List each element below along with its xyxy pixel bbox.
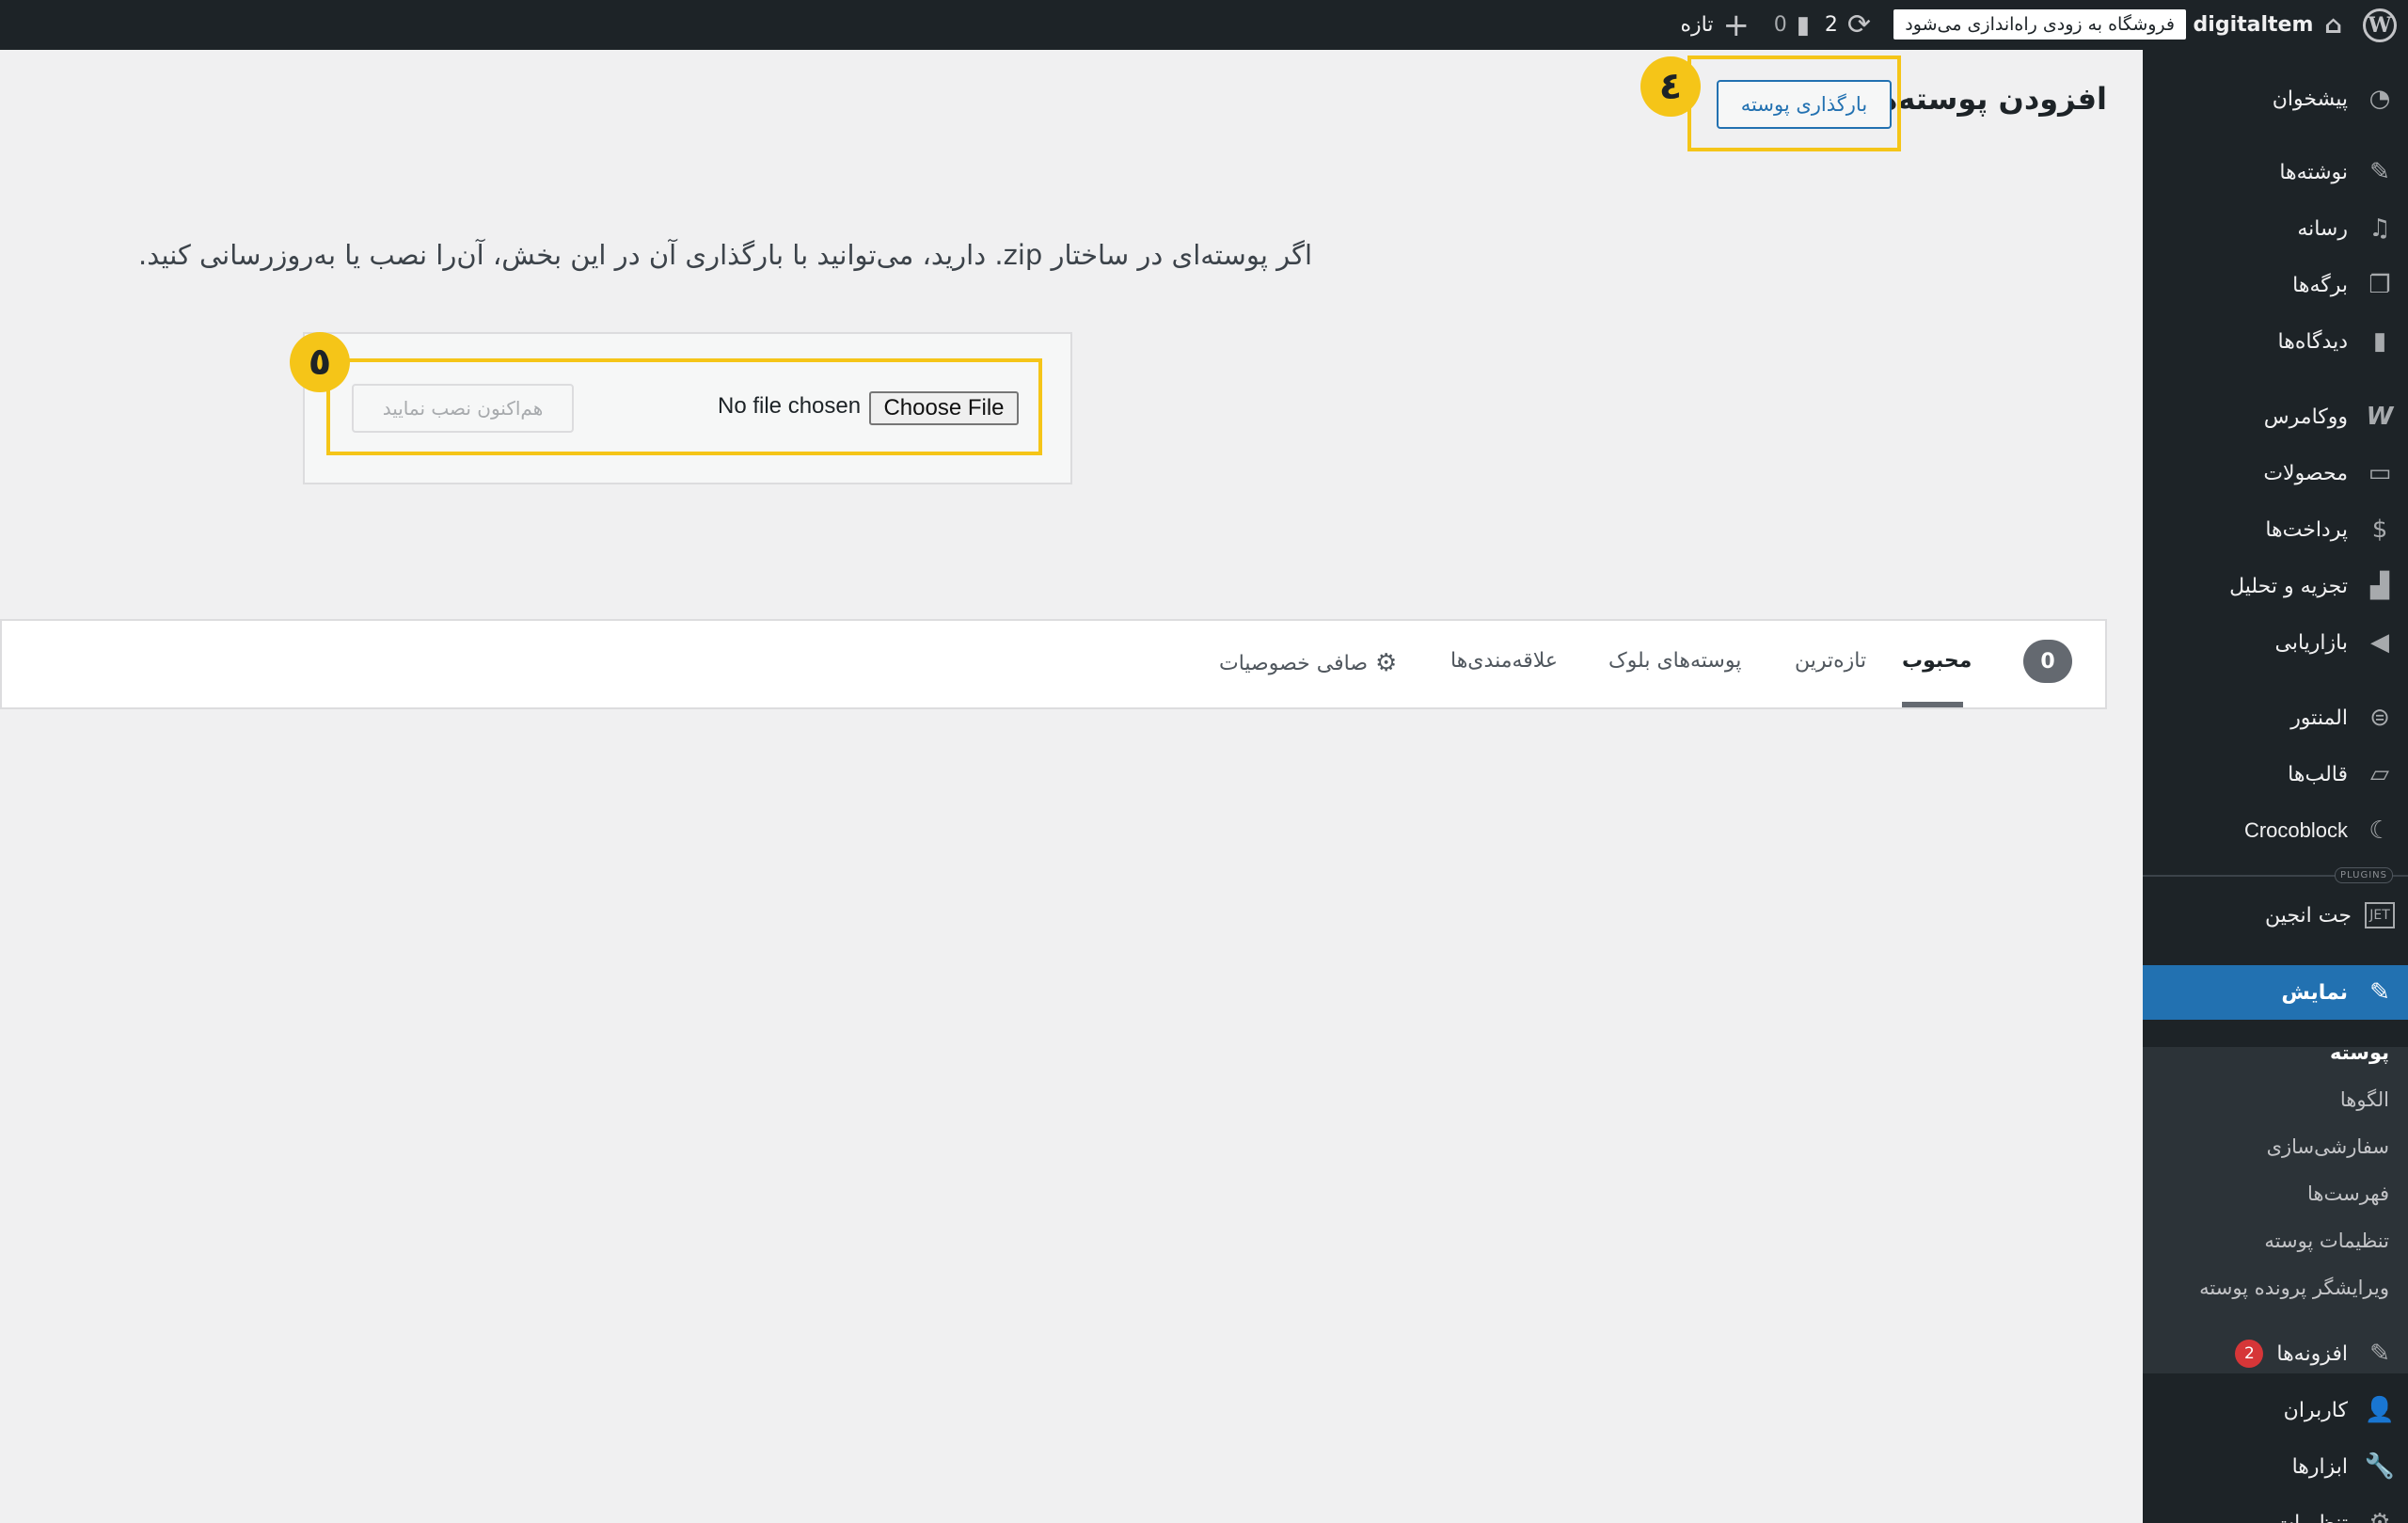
admin-bar: W digitaltem ⌂ فروشگاه به زودی راه‌انداز… [0,0,2408,50]
wordpress-logo-icon[interactable]: W [2357,0,2402,50]
submenu-item-patterns[interactable]: الگوها [2340,1088,2389,1111]
sidebar-item-templates[interactable]: قالب‌ها ▱ [2143,752,2408,797]
sidebar-item-label: نوشته‌ها [2279,160,2348,184]
payments-icon: $ [2371,516,2388,544]
sidebar-item-label: المنتور [2290,706,2348,730]
coming-soon-notice[interactable]: فروشگاه به زودی راه‌اندازی می‌شود [1893,9,2186,40]
templates-icon: ▱ [2370,760,2389,788]
updates-link[interactable]: 2 ⟳ [1825,0,1871,50]
dashboard-icon: ◔ [2368,85,2391,113]
tab-block-themes[interactable]: پوسته‌های بلوک [1608,649,1741,673]
sidebar-item-comments[interactable]: دیدگاه‌ها ▮ [2143,319,2408,364]
tab-favorites[interactable]: علاقه‌مندی‌ها [1450,649,1558,673]
submenu-item-themes[interactable]: پوسته [2330,1041,2389,1064]
sidebar-item-label: کاربران [2283,1398,2348,1422]
gear-icon: ⚙ [1375,649,1398,677]
sidebar-item-jetengine[interactable]: جت انجین JET [2143,893,2408,938]
pages-icon: ❐ [2368,271,2391,299]
tab-popular[interactable]: محبوب [1902,649,1972,673]
sidebar-item-payments[interactable]: پرداخت‌ها $ [2143,507,2408,552]
plus-icon: + [1722,6,1751,44]
page-title: افزودن پوسته‌ها [1865,81,2107,117]
sidebar-item-label: پرداخت‌ها [2265,517,2348,542]
jetengine-icon: JET [2365,902,2395,928]
comments-link[interactable]: 0 ▮ [1774,0,1810,50]
site-name-link[interactable]: digitaltem ⌂ [2194,0,2342,50]
elementor-icon: ⊜ [2369,704,2390,732]
sidebar-item-settings[interactable]: تنظیمات ⚙ [2143,1500,2408,1523]
woocommerce-icon: W [2366,403,2394,431]
site-name: digitaltem [2193,13,2314,37]
sidebar-item-label: دیدگاه‌ها [2277,329,2348,354]
sidebar-item-plugins[interactable]: 2 افزونه‌ها ✎ [2143,1331,2408,1376]
submenu-item-theme-settings[interactable]: تنظیمات پوسته [2264,1230,2389,1252]
sidebar-item-tools[interactable]: ابزارها 🔧 [2143,1444,2408,1489]
sidebar-item-label: برگه‌ها [2292,273,2348,297]
sidebar-item-products[interactable]: محصولات ▭ [2143,451,2408,496]
users-icon: 👤 [2364,1396,2396,1424]
sidebar-item-label: ووکامرس [2263,405,2348,429]
sidebar-item-label: نمایش [2281,980,2348,1005]
comments-icon: ▮ [2372,327,2387,356]
upload-description: اگر پوسته‌ای در ساختار zip. دارید، می‌تو… [138,239,1312,271]
sidebar-item-analytics[interactable]: تجزیه و تحلیل ▟ [2143,563,2408,609]
plugins-update-badge: 2 [2235,1340,2264,1368]
sidebar-item-dashboard[interactable]: پیشخوان ◔ [2143,76,2408,121]
sidebar-item-posts[interactable]: نوشته‌ها ✎ [2143,150,2408,195]
sidebar-item-label: قالب‌ها [2288,762,2348,786]
sidebar-item-media[interactable]: رسانه ♫ [2143,206,2408,251]
plugins-icon: ✎ [2369,1340,2390,1368]
theme-filter-bar [0,619,2107,709]
sidebar-item-users[interactable]: کاربران 👤 [2143,1388,2408,1433]
sidebar-item-label: پیشخوان [2272,87,2348,111]
sidebar-item-crocoblock[interactable]: Crocoblock ☾ [2143,808,2408,853]
products-icon: ▭ [2368,459,2392,487]
sidebar-item-label: تجزیه و تحلیل [2229,574,2348,598]
highlight-box-4 [1687,56,1901,151]
sidebar-item-label: ابزارها [2291,1454,2348,1479]
updates-count: 2 [1824,13,1838,37]
sidebar-item-elementor[interactable]: المنتور ⊜ [2143,695,2408,740]
submenu-item-menus[interactable]: فهرست‌ها [2307,1182,2389,1205]
sidebar-item-label: رسانه [2297,216,2348,241]
settings-icon: ⚙ [2368,1509,2391,1523]
tab-latest[interactable]: تازه‌ترین [1795,649,1866,673]
home-icon: ⌂ [2324,10,2342,40]
step-marker-4: ٤ [1640,56,1701,117]
feature-filter-label: صافی خصوصیات [1219,651,1369,675]
highlight-box-5 [326,358,1042,455]
sidebar-item-woocommerce[interactable]: ووکامرس W [2143,394,2408,439]
plugins-separator-tag: PLUGINS [2335,867,2393,883]
comments-count: 0 [1773,13,1787,37]
feature-filter-button[interactable]: صافی خصوصیات ⚙ [1219,649,1397,677]
submenu-item-theme-file-editor[interactable]: ویرایشگر پرونده پوسته [2199,1277,2389,1299]
sidebar-item-label: تنظیمات [2274,1511,2348,1523]
sidebar-item-label: افزونه‌ها [2276,1341,2348,1366]
refresh-icon: ⟳ [1846,8,1871,41]
sidebar-item-marketing[interactable]: بازاریابی ◀ [2143,620,2408,665]
submenu-item-customize[interactable]: سفارشی‌سازی [2267,1135,2389,1158]
sidebar-item-appearance[interactable]: نمایش ✎ [2130,965,2408,1020]
sidebar-item-label: جت انجین [2264,903,2352,928]
crocoblock-icon: ☾ [2368,817,2391,845]
marketing-icon: ◀ [2370,628,2389,657]
admin-sidebar: پیشخوان ◔ نوشته‌ها ✎ رسانه ♫ برگه‌ها ❐ د… [2130,50,2408,1523]
media-icon: ♫ [2368,214,2391,243]
tools-icon: 🔧 [2364,1452,2396,1481]
sidebar-item-pages[interactable]: برگه‌ها ❐ [2143,262,2408,308]
step-marker-5: ٥ [290,332,350,392]
sidebar-item-label: Crocoblock [2243,818,2348,842]
appearance-icon: ✎ [2369,978,2390,1007]
theme-count-badge: 0 [2023,640,2072,683]
pin-icon: ✎ [2369,158,2390,186]
sidebar-item-label: محصولات [2263,461,2348,485]
new-label: تازه [1680,13,1714,37]
active-tab-indicator [1902,702,1963,707]
new-content-link[interactable]: تازه + [1681,0,1750,50]
comment-bubble-icon: ▮ [1796,10,1810,40]
sidebar-item-label: بازاریابی [2274,630,2348,655]
analytics-icon: ▟ [2370,572,2389,600]
